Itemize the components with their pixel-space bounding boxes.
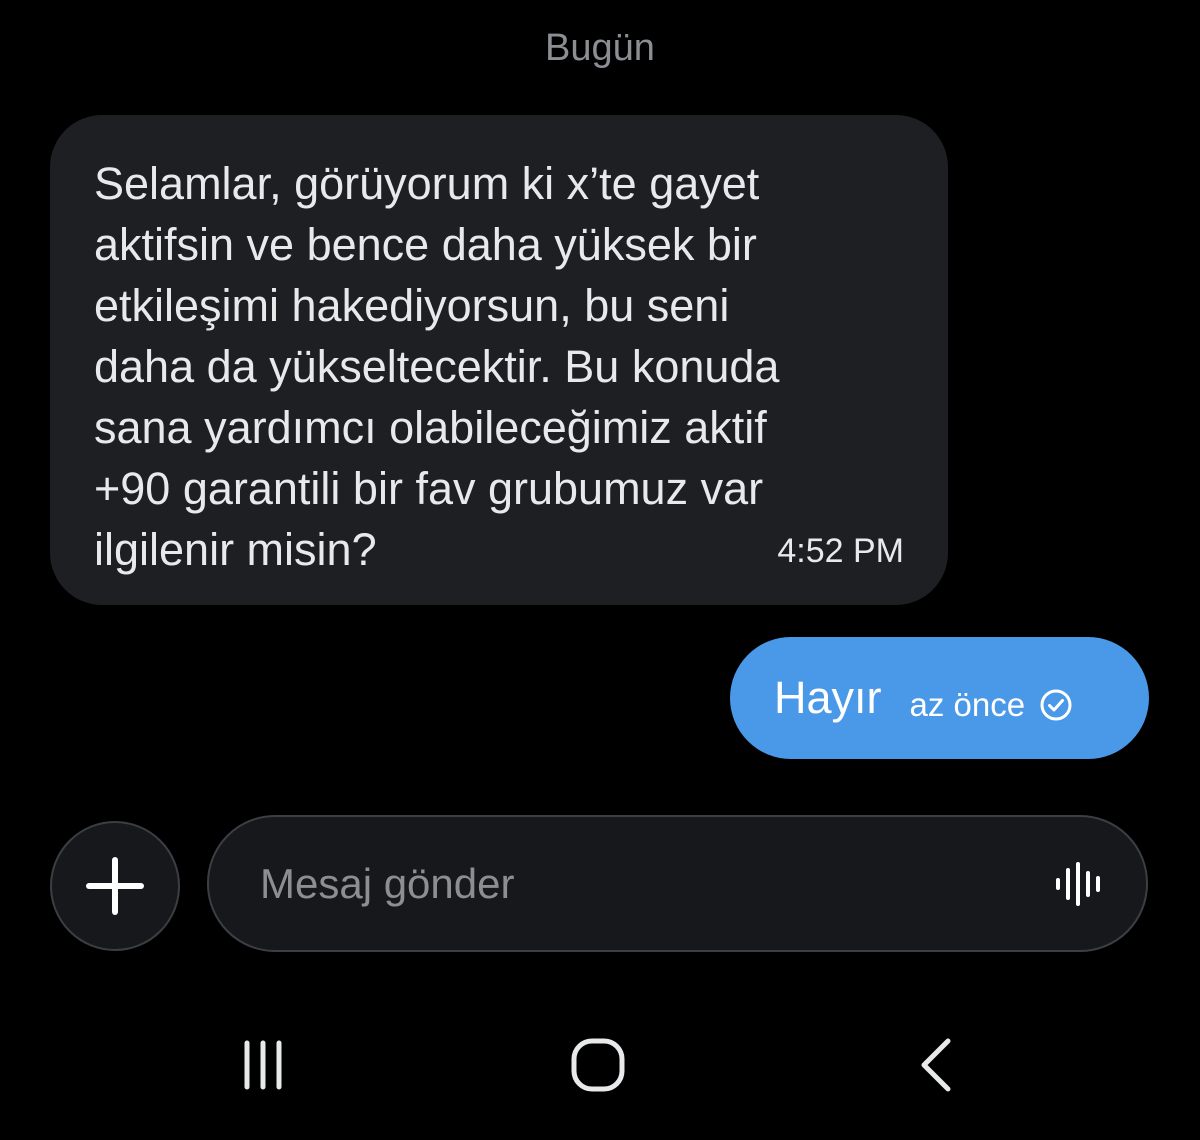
outgoing-message-text: Hayır [774,672,882,723]
system-navigation-bar [0,1030,1200,1100]
incoming-message-time: 4:52 PM [777,532,904,570]
recent-apps-icon [244,1040,282,1090]
plus-icon [86,857,144,915]
home-icon [571,1038,625,1092]
back-button[interactable] [898,1030,974,1100]
incoming-message-text: Selamlar, görüyorum ki x’te gayet aktifs… [94,158,780,575]
outgoing-message-meta: az önce [910,686,1074,724]
message-input[interactable]: Mesaj gönder [207,815,1148,952]
check-circle-icon [1040,689,1072,721]
outgoing-message-bubble[interactable]: Hayır az önce [730,637,1149,759]
add-attachment-button[interactable] [50,821,180,951]
voice-waveform-icon[interactable] [1054,861,1104,907]
message-input-placeholder: Mesaj gönder [260,860,515,907]
back-icon [921,1038,951,1092]
recent-apps-button[interactable] [225,1030,301,1100]
home-button[interactable] [560,1030,636,1100]
outgoing-message-time: az önce [909,686,1026,723]
date-separator: Bugün [545,27,655,69]
incoming-message-bubble[interactable]: Selamlar, görüyorum ki x’te gayet aktifs… [50,115,948,605]
